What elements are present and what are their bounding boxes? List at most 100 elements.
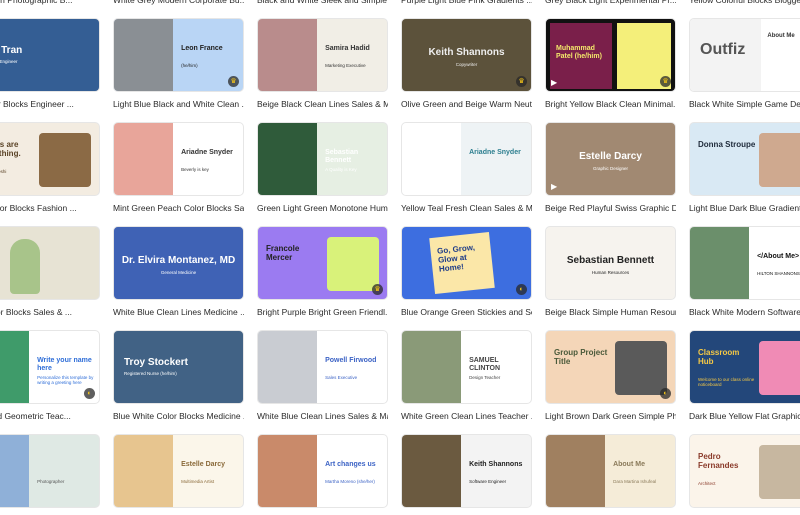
template-thumbnail[interactable]: Leon France (he/him) ♛ (113, 18, 244, 92)
play-icon[interactable]: ▶ (551, 78, 557, 87)
template-label[interactable]: ite Color Blocks Engineer ... (0, 99, 100, 109)
template-card[interactable]: Sebastian Bennett Human Resources Beige Bl… (545, 226, 676, 317)
thumbnail-image (258, 19, 318, 91)
template-card[interactable]: Group Project Title ◐ Light Brown Dark Gre… (545, 330, 676, 421)
template-card[interactable]: Estelle Darcy Multimedia Artist (113, 434, 244, 515)
thumbnail-image (327, 237, 379, 291)
template-label[interactable]: Bright Purple Bright Green Friendl... (257, 307, 388, 317)
template-card[interactable]: About Me Dara Martina Ishufeal (545, 434, 676, 515)
template-card[interactable]: Outfiz About Me Black White Simple Game De… (689, 18, 800, 109)
template-card[interactable]: Classroom Hub Welcome to our class online… (689, 330, 800, 421)
template-label[interactable]: hite Bold Geometric Teac... (0, 411, 100, 421)
template-card[interactable]: Dr. Elvira Montanez, MD General Medicine W… (113, 226, 244, 317)
template-label[interactable]: Purple Light Blue Pink Gradients ... (401, 0, 532, 5)
template-thumbnail[interactable]: </About Me> HILTON SHANNONS (689, 226, 800, 300)
template-label[interactable]: Grey Black Light Experimental Pr... (545, 0, 676, 5)
template-label[interactable]: Beige Black Simple Human Resour... (545, 307, 676, 317)
template-label[interactable]: Mint Green Peach Color Blocks Sa... (113, 203, 244, 213)
template-card[interactable]: Photographer (0, 434, 100, 515)
template-label[interactable]: Black and White Sleek and Simple ... (257, 0, 388, 5)
template-card[interactable]: Powell Firwood Sales Executive White Blue … (257, 330, 388, 421)
template-label[interactable]: White Blue Clean Lines Medicine ... (113, 307, 244, 317)
template-thumbnail[interactable]: Dr. Elvira Montanez, MD General Medicine (113, 226, 244, 300)
template-label[interactable]: Yellow Colorful Blocks Blogger... (689, 0, 800, 5)
template-thumbnail[interactable]: Pedro Fernandes Architect (689, 434, 800, 508)
template-thumbnail[interactable]: Estelle Darcy Graphic Designer ▶ (545, 122, 676, 196)
template-card[interactable]: Write your name here Personalize this tem… (0, 330, 100, 421)
template-label[interactable]: Beige Black Clean Lines Sales & M... (257, 99, 388, 109)
thumbnail-subtitle: Dara Martina Ishufeal (613, 479, 657, 484)
play-icon[interactable]: ▶ (551, 182, 557, 191)
template-label[interactable]: own Color Blocks Fashion ... (0, 203, 100, 213)
template-thumbnail[interactable]: Neil Tran Industrial Engineer (0, 18, 100, 92)
template-thumbnail[interactable]: Donna Stroupe (689, 122, 800, 196)
template-label[interactable]: Black White Simple Game Deve... (689, 99, 800, 109)
template-label[interactable]: Blue White Color Blocks Medicine ... (113, 411, 244, 421)
template-thumbnail[interactable]: Sebastian Bennett Human Resources (545, 226, 676, 300)
template-label[interactable]: Black White Modern Software ... (689, 307, 800, 317)
template-card[interactable]: Donna Stroupe Light Blue Dark Blue Gradie… (689, 122, 800, 213)
template-card[interactable]: Samira Hadid Marketing Executive Beige Bla… (257, 18, 388, 109)
template-card[interactable]: Details are everything. Sarah Takeshi own … (0, 122, 100, 213)
template-thumbnail[interactable]: Samira Hadid Marketing Executive (257, 18, 388, 92)
template-thumbnail[interactable] (0, 226, 100, 300)
template-thumbnail[interactable]: Ariadne Snyder Beverly is key (113, 122, 244, 196)
template-card[interactable]: Keith Shannons Software Engineer (401, 434, 532, 515)
template-card[interactable]: Muhammad Patel (he/him) ▶ ♛ Bright Yellow B… (545, 18, 676, 109)
template-thumbnail[interactable]: Classroom Hub Welcome to our class online… (689, 330, 800, 404)
template-thumbnail[interactable]: Powell Firwood Sales Executive (257, 330, 388, 404)
template-thumbnail[interactable]: Outfiz About Me (689, 18, 800, 92)
template-label[interactable]: Olive Green and Beige Warm Neut... (401, 99, 532, 109)
template-label[interactable]: Light Brown Dark Green Simple Ph... (545, 411, 676, 421)
template-card[interactable]: Sebastian Bennett A Quality is Key Green L… (257, 122, 388, 213)
template-thumbnail[interactable]: Sebastian Bennett A Quality is Key (257, 122, 388, 196)
template-card[interactable]: Keith Shannons Copywriter ♛ Olive Green and… (401, 18, 532, 109)
template-card[interactable]: Go, Grow, Glow at Home! ◐ Blue Orange Gree… (401, 226, 532, 317)
template-card[interactable]: Ariadne Snyder Beverly is key Mint Green P… (113, 122, 244, 213)
crown-icon: ♛ (516, 76, 527, 87)
template-thumbnail[interactable]: Photographer (0, 434, 100, 508)
thumbnail-title: Ariadne Snyder (469, 149, 521, 156)
template-label[interactable]: Blue Orange Green Stickies and Sc... (401, 307, 532, 317)
template-thumbnail[interactable]: Muhammad Patel (he/him) ▶ ♛ (545, 18, 676, 92)
template-label[interactable]: nd Brown Photographic B... (0, 0, 100, 5)
template-card[interactable]: Neil Tran Industrial Engineer ite Color Bl… (0, 18, 100, 109)
template-card[interactable]: Troy Stockert Registered Nurse (he/him) Bl… (113, 330, 244, 421)
template-card[interactable]: Estelle Darcy Graphic Designer ▶ Beige Red … (545, 122, 676, 213)
template-thumbnail[interactable]: Art changes us Martha Moreno (she/her) (257, 434, 388, 508)
template-card[interactable]: </About Me> HILTON SHANNONS Black White Mo… (689, 226, 800, 317)
thumbnail-image (759, 445, 800, 499)
template-thumbnail[interactable]: Troy Stockert Registered Nurse (he/him) (113, 330, 244, 404)
template-thumbnail[interactable]: Go, Grow, Glow at Home! ◐ (401, 226, 532, 300)
template-card[interactable]: Art changes us Martha Moreno (she/her) (257, 434, 388, 515)
template-thumbnail[interactable]: Francole Mercer ♛ (257, 226, 388, 300)
template-thumbnail[interactable]: Ariadne Snyder (401, 122, 532, 196)
template-card[interactable]: Leon France (he/him) ♛ Light Blue Black and… (113, 18, 244, 109)
template-thumbnail[interactable]: Keith Shannons Software Engineer (401, 434, 532, 508)
crown-icon: ♛ (228, 76, 239, 87)
template-thumbnail[interactable]: Keith Shannons Copywriter ♛ (401, 18, 532, 92)
template-thumbnail[interactable]: Group Project Title ◐ (545, 330, 676, 404)
template-thumbnail[interactable]: SAMUEL CLINTON Design Teacher (401, 330, 532, 404)
template-card[interactable]: Ariadne Snyder Yellow Teal Fresh Clean Sa… (401, 122, 532, 213)
template-thumbnail[interactable]: Write your name here Personalize this tem… (0, 330, 100, 404)
template-card[interactable]: rey Color Blocks Sales & ... (0, 226, 100, 317)
thumbnail-title: Art changes us (325, 461, 376, 468)
template-thumbnail[interactable]: Estelle Darcy Multimedia Artist (113, 434, 244, 508)
template-label[interactable]: Light Blue Black and White Clean ... (113, 99, 244, 109)
template-label[interactable]: Light Blue Dark Blue Gradients ... (689, 203, 800, 213)
template-label[interactable]: Bright Yellow Black Clean Minimal... (545, 99, 676, 109)
template-label[interactable]: White Green Clean Lines Teacher ... (401, 411, 532, 421)
template-label[interactable]: Yellow Teal Fresh Clean Sales & M... (401, 203, 532, 213)
template-label[interactable]: rey Color Blocks Sales & ... (0, 307, 100, 317)
template-label[interactable]: Beige Red Playful Swiss Graphic D... (545, 203, 676, 213)
template-thumbnail[interactable]: About Me Dara Martina Ishufeal (545, 434, 676, 508)
template-label[interactable]: White Blue Clean Lines Sales & Ma... (257, 411, 388, 421)
template-card[interactable]: Francole Mercer ♛ Bright Purple Bright Gre… (257, 226, 388, 317)
template-label[interactable]: Green Light Green Monotone Hum... (257, 203, 388, 213)
template-label[interactable]: White Grey Modern Corporate Bu... (113, 0, 244, 5)
template-label[interactable]: Dark Blue Yellow Flat Graphic C... (689, 411, 800, 421)
template-card[interactable]: Pedro Fernandes Architect (689, 434, 800, 515)
template-thumbnail[interactable]: Details are everything. Sarah Takeshi (0, 122, 100, 196)
template-card[interactable]: SAMUEL CLINTON Design Teacher White Green … (401, 330, 532, 421)
